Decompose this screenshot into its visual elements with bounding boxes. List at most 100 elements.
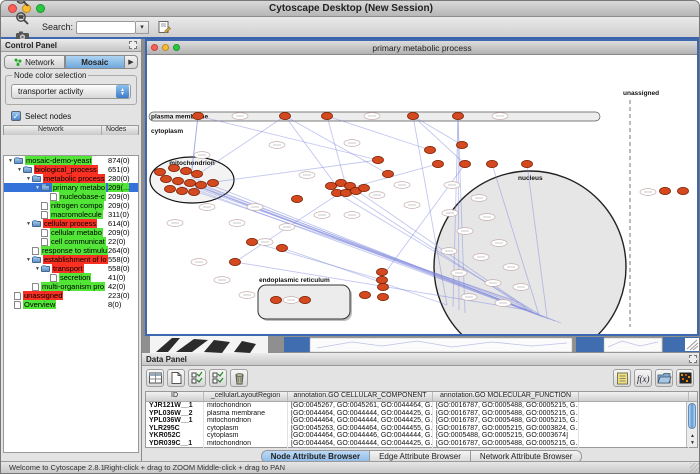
scrollbar-arrows-icon[interactable]: ▲▼ — [687, 433, 698, 447]
table-row[interactable]: YPL036W__1mitochondrion[GO:0044464, GO:0… — [146, 417, 697, 425]
mapped-node[interactable] — [189, 188, 200, 195]
node-color-dropdown[interactable]: transporter activity ▲▼ — [11, 84, 131, 99]
tree-column-network[interactable]: Network — [4, 126, 102, 135]
new-attribute-icon[interactable] — [167, 369, 185, 387]
mapped-node[interactable] — [322, 112, 333, 119]
scrollbar-thumb[interactable] — [688, 403, 696, 429]
network-canvas[interactable]: plasma membranecytoplasmmitochondrionnuc… — [147, 55, 697, 334]
select-nodes-checkbox[interactable]: ✓ — [11, 111, 21, 121]
column-header-4[interactable]: annotation.GO MOLECULAR_FUNCTION — [433, 392, 579, 401]
mapped-node[interactable] — [378, 293, 389, 300]
mapped-node[interactable] — [341, 189, 352, 196]
mapped-node[interactable] — [660, 187, 671, 194]
search-dropdown-arrow-icon[interactable]: ▾ — [136, 21, 149, 34]
mapped-node[interactable] — [230, 258, 241, 265]
mapped-node[interactable] — [377, 276, 388, 283]
expand-arrow-icon[interactable]: ▼ — [25, 257, 32, 263]
column-header-3[interactable]: annotation.GO CELLULAR_COMPONENT — [288, 392, 433, 401]
mapped-node[interactable] — [433, 160, 444, 167]
mapped-node[interactable] — [165, 185, 176, 192]
expand-arrow-icon[interactable]: ▼ — [7, 158, 14, 164]
tree-row-cellular-process[interactable]: ▼cellular process614(0) — [4, 219, 138, 228]
mapped-node[interactable] — [193, 112, 204, 119]
expand-arrow-icon[interactable]: ▼ — [34, 185, 41, 191]
tree-row-biological-process[interactable]: ▼biological_process651(0) — [4, 165, 138, 174]
mapped-node[interactable] — [169, 164, 180, 171]
float-data-panel-icon[interactable] — [689, 355, 697, 363]
table-row[interactable]: YKR052Ccytoplasm[GO:0044464, GO:0044446,… — [146, 432, 697, 440]
select-attributes-icon[interactable] — [188, 369, 206, 387]
table-row[interactable]: YLR295Ccytoplasm[GO:0045263, GO:0044464,… — [146, 425, 697, 433]
notes-icon[interactable] — [613, 369, 631, 387]
mapped-node[interactable] — [277, 244, 288, 251]
mapped-node[interactable] — [460, 160, 471, 167]
tree-row-cellular-metabo[interactable]: cellular metabo209(0) — [4, 228, 138, 237]
tree-row-unassigned[interactable]: unassigned223(0) — [4, 291, 138, 300]
expand-arrow-icon[interactable]: ▼ — [25, 221, 32, 227]
zoom-selected-icon[interactable] — [13, 0, 32, 9]
mapped-node[interactable] — [457, 141, 468, 148]
float-panel-icon[interactable] — [129, 41, 137, 49]
table-row[interactable]: YPL036W__2plasma membrane[GO:0044464, GO… — [146, 410, 697, 418]
mapped-node[interactable] — [292, 195, 303, 202]
mapped-node[interactable] — [359, 184, 370, 191]
expand-arrow-icon[interactable]: ▼ — [25, 176, 32, 182]
mapped-node[interactable] — [326, 182, 337, 189]
mapped-node[interactable] — [360, 291, 371, 298]
expand-arrow-icon[interactable]: ▼ — [16, 167, 23, 173]
network-graph[interactable]: plasma membranecytoplasmmitochondrionnuc… — [147, 55, 697, 334]
tree-row-overview[interactable]: Overview8(0) — [4, 300, 138, 309]
mapped-node[interactable] — [408, 112, 419, 119]
unselect-attributes-icon[interactable] — [209, 369, 227, 387]
tree-row-mosaic-demo-yeast[interactable]: ▼mosaic-demo-yeast874(0) — [4, 156, 138, 165]
formula-builder-icon[interactable]: f(x) — [634, 369, 652, 387]
column-header-1[interactable]: ID — [146, 392, 204, 401]
mapped-node[interactable] — [247, 238, 258, 245]
mapped-node[interactable] — [522, 160, 533, 167]
tree-column-nodes[interactable]: Nodes — [102, 126, 138, 135]
mapped-node[interactable] — [377, 268, 388, 275]
mapped-node[interactable] — [453, 112, 464, 119]
tree-row-nitrogen-compo[interactable]: nitrogen compo209(0) — [4, 201, 138, 210]
tree-row-secretion[interactable]: secretion41(0) — [4, 273, 138, 282]
mapped-node[interactable] — [208, 179, 219, 186]
attribute-table-icon[interactable] — [146, 369, 164, 387]
expand-arrow-icon[interactable]: ▼ — [34, 266, 41, 272]
mapped-node[interactable] — [177, 187, 188, 194]
mapped-node[interactable] — [280, 112, 291, 119]
mapped-node[interactable] — [155, 168, 166, 175]
mapped-node[interactable] — [378, 283, 389, 290]
mapped-node[interactable] — [181, 167, 192, 174]
window-resize-grip[interactable] — [690, 463, 700, 473]
tree-row-transport[interactable]: ▼transport558(0) — [4, 264, 138, 273]
mapped-node[interactable] — [300, 296, 311, 303]
mapped-node[interactable] — [425, 146, 436, 153]
tree-row-cell-communicat[interactable]: cell communicat22(0) — [4, 237, 138, 246]
delete-attribute-icon[interactable] — [230, 369, 248, 387]
import-attributes-icon[interactable] — [655, 369, 673, 387]
mapped-node[interactable] — [173, 177, 184, 184]
matrix-view-icon[interactable] — [676, 369, 694, 387]
mapped-node[interactable] — [383, 170, 394, 177]
mapped-node[interactable] — [196, 181, 207, 188]
tree-row-macromolecule[interactable]: macromolecule311(0) — [4, 210, 138, 219]
mapped-node[interactable] — [161, 175, 172, 182]
tree-row-response-to-stimulu[interactable]: response to stimulu264(0) — [4, 246, 138, 255]
mapped-node[interactable] — [373, 156, 384, 163]
table-row[interactable]: YJR121W__1mitochondrion[GO:0045267, GO:0… — [146, 402, 697, 410]
mapped-node[interactable] — [271, 296, 282, 303]
network-view-titlebar[interactable]: primary metabolic process — [147, 41, 697, 55]
column-header-2[interactable]: _cellularLayoutRegion — [204, 392, 288, 401]
tree-row-establishment-of-lo[interactable]: ▼establishment of lo558(0) — [4, 255, 138, 264]
search-input[interactable] — [76, 21, 136, 34]
mapped-node[interactable] — [185, 179, 196, 186]
tree-row-metabolic-process[interactable]: ▼metabolic process280(0) — [4, 174, 138, 183]
mapped-node[interactable] — [192, 170, 203, 177]
edit-search-icon[interactable] — [155, 18, 174, 36]
background-window-edge[interactable] — [284, 337, 310, 352]
tree-row-primary-metabo[interactable]: ▼primary metabo209(... — [4, 183, 138, 192]
tab-mosaic[interactable]: Mosaic — [65, 55, 126, 69]
tab-network[interactable]: Network — [4, 55, 65, 69]
tab-overflow-button[interactable]: ▶ — [125, 55, 138, 69]
tree-row-multi-organism-pro[interactable]: multi-organism pro42(0) — [4, 282, 138, 291]
